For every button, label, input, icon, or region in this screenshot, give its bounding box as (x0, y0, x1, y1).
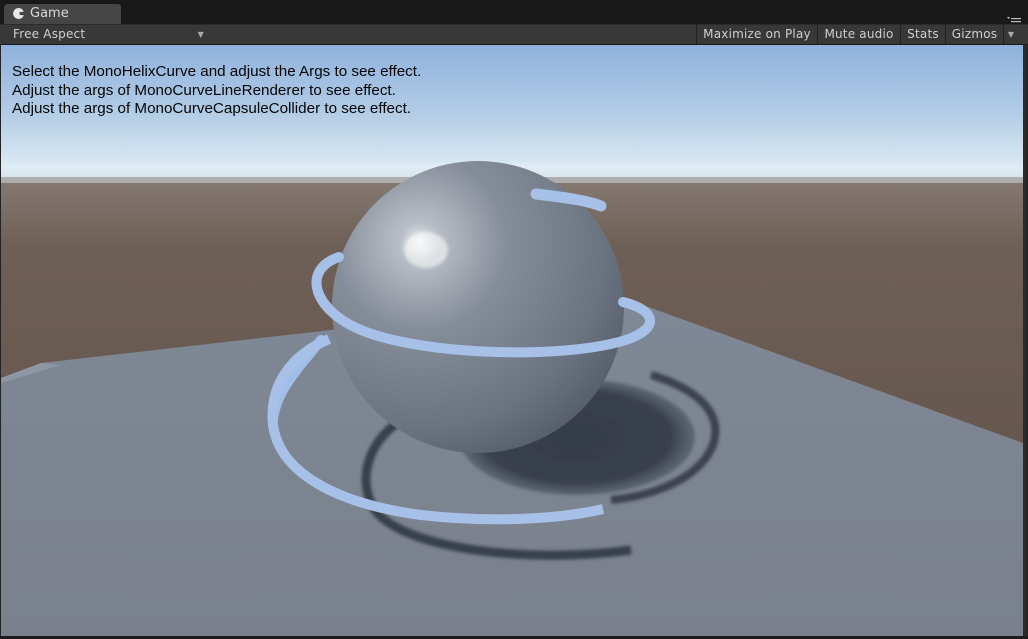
game-toolbar: Free Aspect ▼ Maximize on Play Mute audi… (0, 24, 1028, 45)
tab-strip: Game (0, 0, 1028, 26)
chevron-down-icon: ▼ (197, 30, 204, 39)
instruction-line: Adjust the args of MonoCurveLineRenderer… (12, 81, 396, 99)
game-controller-icon (12, 7, 25, 20)
instruction-line: Select the MonoHelixCurve and adjust the… (12, 63, 422, 80)
tab-menu-icon[interactable] (1007, 11, 1021, 26)
instruction-line: Adjust the args of MonoCurveCapsuleColli… (12, 100, 412, 118)
tab-label: Game (30, 6, 69, 21)
aspect-label: Free Aspect (13, 27, 86, 41)
stats-button[interactable]: Stats (900, 25, 945, 44)
gizmos-button[interactable]: Gizmos (945, 25, 1003, 44)
maximize-on-play-button[interactable]: Maximize on Play (696, 25, 817, 44)
mute-audio-button[interactable]: Mute audio (817, 25, 900, 44)
game-viewport[interactable]: Select the MonoHelixCurve and adjust the… (1, 45, 1027, 636)
gizmos-dropdown-icon[interactable]: ▼ (1003, 25, 1018, 44)
game-window: Game Free Aspect ▼ Maximize on Play Mute… (0, 0, 1028, 639)
instructions-text: Select the MonoHelixCurve and adjust the… (12, 63, 421, 119)
tab-game[interactable]: Game (3, 3, 122, 24)
scene-render (1, 45, 1023, 636)
aspect-dropdown[interactable]: Free Aspect ▼ (4, 25, 208, 44)
